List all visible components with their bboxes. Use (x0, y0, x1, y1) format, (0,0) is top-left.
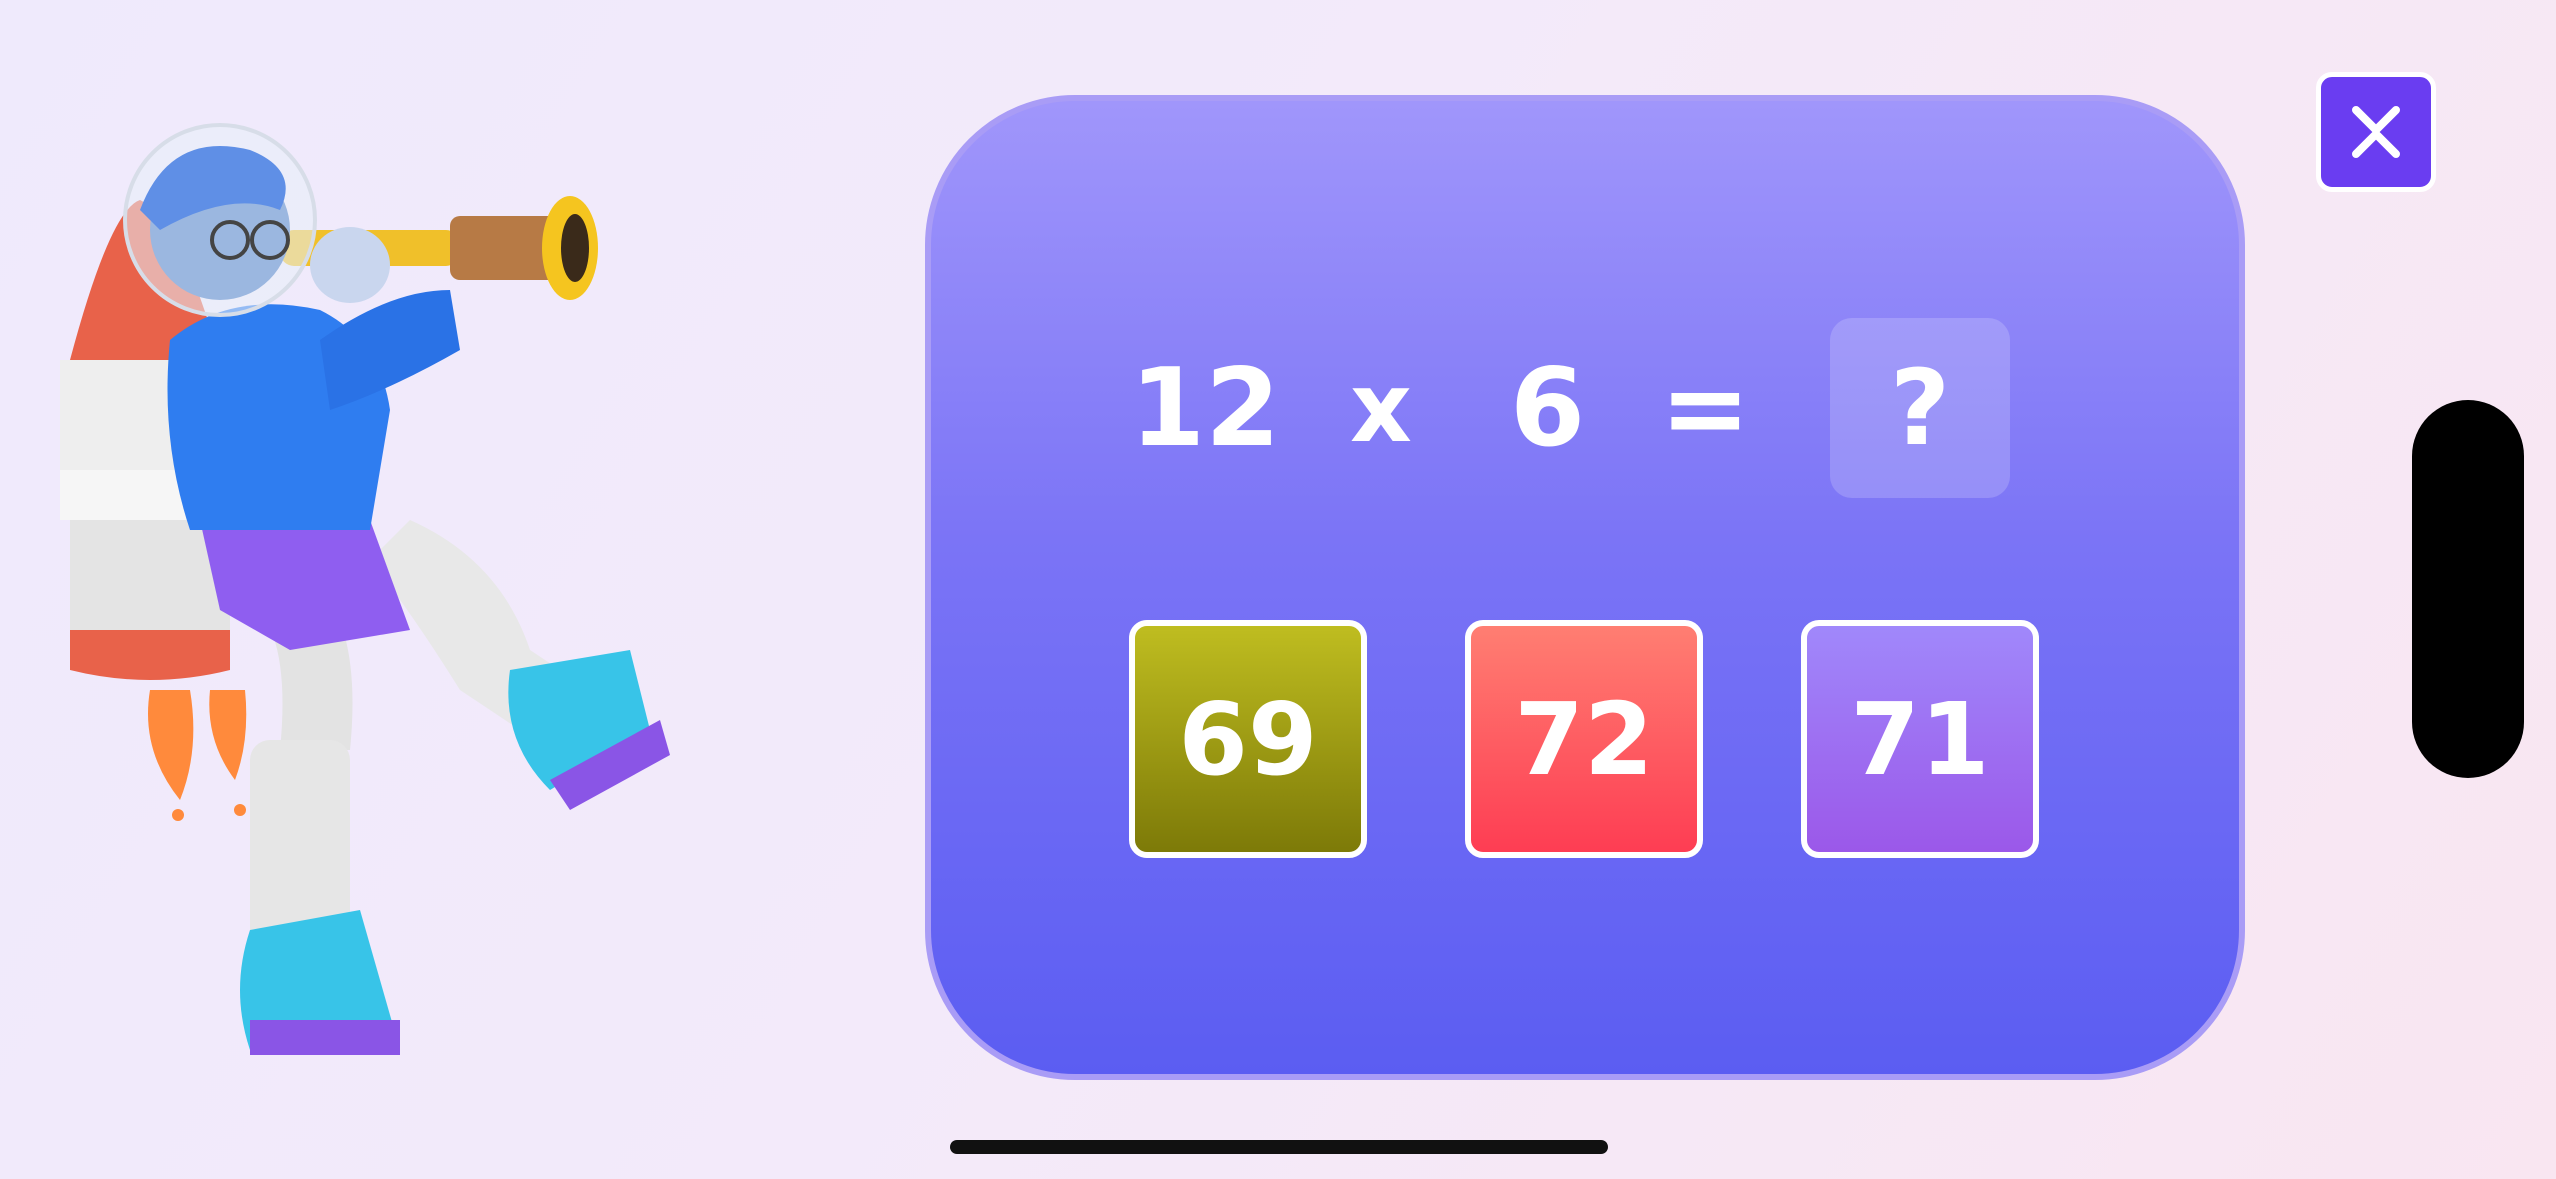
close-button[interactable] (2316, 72, 2436, 192)
quiz-card (925, 95, 2245, 1080)
answer-placeholder: ? (1889, 347, 1951, 469)
close-icon (2352, 106, 2400, 158)
operand-a: 12 (1130, 345, 1281, 471)
operator: x (1350, 352, 1412, 464)
answer-box: ? (1830, 318, 2010, 498)
astronaut-mascot-illustration (60, 123, 670, 1055)
answer-option-label: 72 (1514, 680, 1654, 798)
answer-option-1[interactable]: 69 (1129, 620, 1367, 858)
side-handle[interactable] (2412, 400, 2524, 778)
answer-option-label: 71 (1850, 680, 1990, 798)
answer-option-label: 69 (1178, 680, 1318, 798)
head (123, 123, 317, 317)
operand-b: 6 (1510, 345, 1586, 471)
quiz-screen: 12 x 6 = ? 69 72 71 (0, 0, 2556, 1179)
answer-option-2[interactable]: 72 (1465, 620, 1703, 858)
equation: 12 x 6 = ? (1110, 318, 2030, 498)
shorts (200, 520, 410, 650)
home-indicator[interactable] (950, 1140, 1608, 1154)
answer-option-3[interactable]: 71 (1801, 620, 2039, 858)
equals-sign: = (1660, 345, 1751, 471)
